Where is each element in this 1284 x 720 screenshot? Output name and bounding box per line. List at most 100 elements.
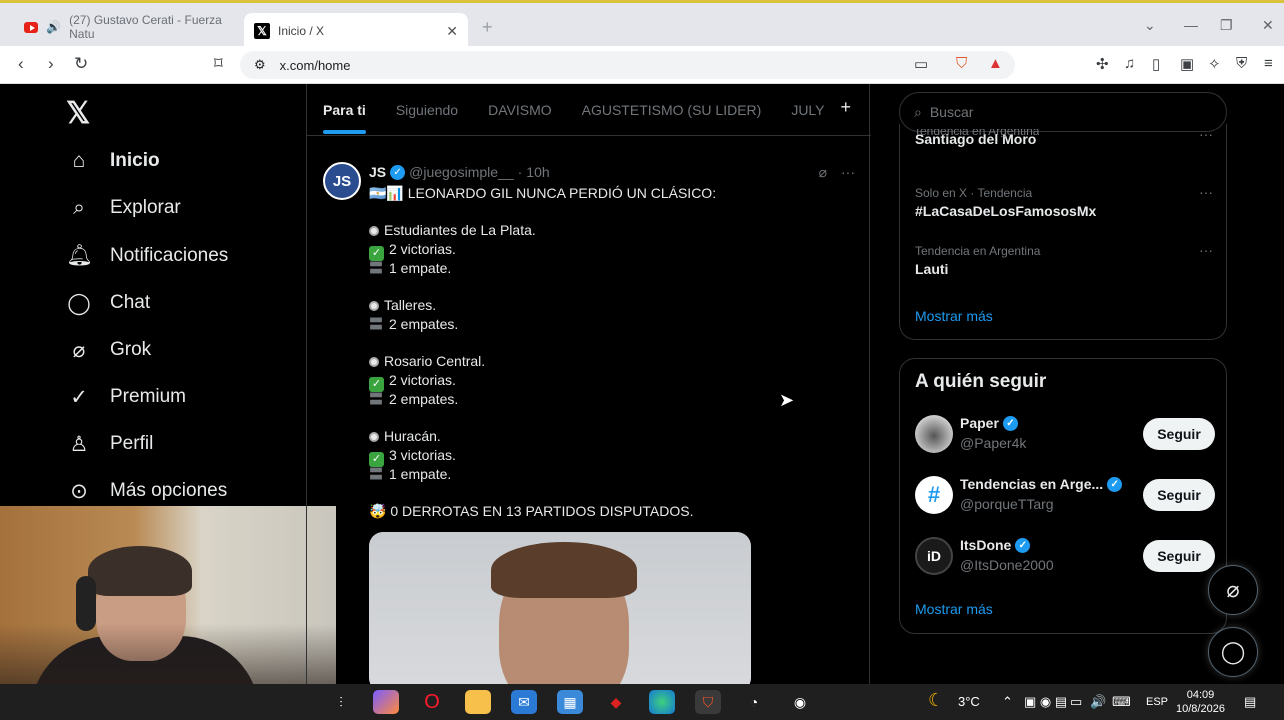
follow-button[interactable]: Seguir	[1143, 479, 1215, 511]
app-red-icon[interactable]: ◆	[603, 690, 629, 714]
bookmark-icon[interactable]: ⌑	[214, 54, 223, 74]
brave-taskbar-icon[interactable]: ⛉	[695, 690, 721, 714]
mouse-cursor-icon: ➤	[779, 390, 795, 410]
add-tab-icon[interactable]: +	[840, 97, 851, 118]
trend-item[interactable]: Tendencia en Argentina Lauti ···	[915, 242, 1215, 277]
speedtest-icon[interactable]: ◔	[741, 690, 767, 714]
weather-moon-icon[interactable]: ☾	[928, 690, 944, 711]
nav-label: Grok	[110, 339, 152, 360]
tweet-text: 🇦🇷📊 LEONARDO GIL NUNCA PERDIÓ UN CLÁSICO…	[369, 184, 716, 521]
tab-para-ti[interactable]: Para ti	[323, 102, 366, 134]
tab-agustetismo[interactable]: AGUSTETISMO (SU LIDER)	[582, 102, 762, 118]
follow-button[interactable]: Seguir	[1143, 540, 1215, 572]
follow-suggestion[interactable]: Paper ✓ @Paper4k Seguir	[915, 415, 1215, 455]
more-options-icon[interactable]: ···	[841, 164, 855, 181]
nav-explore[interactable]: ⌕ Explorar	[66, 190, 181, 226]
itsdone-avatar-icon[interactable]: iD	[915, 537, 953, 575]
obs-icon[interactable]: ◉	[787, 690, 813, 714]
nav-grok[interactable]: ⌀ Grok	[66, 332, 152, 368]
volume-icon[interactable]: 🔊	[1090, 694, 1106, 710]
temperature[interactable]: 3°C	[958, 694, 980, 709]
reload-button[interactable]: ↻	[74, 54, 88, 74]
avatar[interactable]: JS	[323, 162, 361, 200]
language-indicator[interactable]: ESP	[1146, 696, 1168, 708]
outlook-icon[interactable]: ✉	[511, 690, 537, 714]
nav-premium[interactable]: ✓ Premium	[66, 379, 186, 415]
store-icon[interactable]: ▦	[557, 690, 583, 714]
tab-youtube[interactable]: 🔊 (27) Gustavo Cerati - Fuerza Natu	[14, 11, 240, 43]
bullet-icon	[369, 432, 379, 442]
trend-item[interactable]: Solo en X · Tendencia #LaCasaDeLosFamoso…	[915, 184, 1215, 219]
tab-davismo[interactable]: DAVISMO	[488, 102, 552, 118]
task-view-icon[interactable]: ⫶	[328, 690, 354, 714]
tab-july[interactable]: JULY	[791, 102, 824, 118]
trend-more-icon[interactable]: ···	[1199, 184, 1213, 200]
hashtag-avatar-icon[interactable]: #	[915, 476, 953, 514]
copilot-icon[interactable]	[373, 690, 399, 714]
edge-icon[interactable]	[649, 690, 675, 714]
brave-rewards-icon[interactable]: ▲	[988, 55, 1003, 72]
extensions-icon[interactable]: ✣	[1096, 55, 1109, 73]
search-icon: ⌕	[73, 196, 85, 219]
stat-line: 〓 1 empate.	[369, 465, 716, 484]
brave-shield-icon[interactable]: ⛉	[956, 55, 967, 72]
trend-more-icon[interactable]: ···	[1199, 242, 1213, 258]
back-button[interactable]: ‹	[18, 54, 24, 74]
nav-notifications[interactable]: 🔔︎ Notificaciones	[66, 238, 228, 274]
trend-topic: Lauti	[915, 261, 949, 277]
follow-suggestion[interactable]: # Tendencias en Arge... ✓ @porqueTTarg Se…	[915, 476, 1215, 516]
speaker-icon[interactable]: 🔊	[46, 20, 61, 34]
minimize-button[interactable]: —	[1184, 17, 1198, 33]
avatar[interactable]	[915, 415, 953, 453]
close-tab-icon[interactable]: ✕	[446, 23, 458, 40]
nav-label: Premium	[110, 386, 187, 407]
search-input[interactable]: ⌕ Buscar	[899, 92, 1227, 132]
author-name[interactable]: JS	[369, 164, 386, 180]
stat-line: 〓 1 empate.	[369, 259, 716, 278]
x-logo-icon[interactable]: 𝕏	[66, 96, 90, 131]
forward-button[interactable]: ›	[48, 54, 54, 74]
grok-fab-icon[interactable]: ⌀	[1208, 565, 1258, 615]
nav-chat[interactable]: ◯ Chat	[66, 285, 150, 321]
nav-more-options[interactable]: ⊙ Más opciones	[66, 473, 227, 509]
chat-fab-icon[interactable]: ◯	[1208, 627, 1258, 677]
shocked-emoji-icon: 🤯	[369, 503, 391, 519]
cast-icon[interactable]: ▭	[914, 55, 928, 73]
team-line: Talleres.	[369, 296, 716, 315]
url-field[interactable]: ⚙ x.com/home	[240, 51, 1015, 79]
leo-ai-icon[interactable]: ✧	[1208, 55, 1221, 73]
webcam-person-hair	[88, 546, 192, 596]
new-tab-button[interactable]: +	[482, 17, 493, 38]
url-text: x.com/home	[279, 57, 351, 73]
wallet-icon[interactable]: ▣	[1180, 55, 1194, 73]
show-hidden-icons-icon[interactable]: ⌃	[1002, 694, 1013, 710]
keyboard-icon[interactable]: ⌨	[1112, 694, 1131, 710]
trends-show-more-link[interactable]: Mostrar más	[915, 308, 993, 324]
follow-show-more-link[interactable]: Mostrar más	[915, 601, 993, 617]
media-icon[interactable]: ♫	[1124, 55, 1135, 72]
opera-icon[interactable]: O	[419, 690, 445, 714]
vpn-icon[interactable]: ⛨	[1236, 55, 1247, 72]
tab-search-icon[interactable]: ⌄	[1144, 17, 1156, 34]
notifications-icon[interactable]: ▤	[1244, 694, 1256, 710]
grok-explain-icon[interactable]: ⌀	[819, 164, 827, 181]
sidebar-icon[interactable]: ▯	[1152, 55, 1160, 73]
tweet-image[interactable]	[369, 532, 751, 684]
follow-button[interactable]: Seguir	[1143, 418, 1215, 450]
restore-button[interactable]: ❐	[1220, 17, 1233, 34]
follow-suggestion[interactable]: iD ItsDone ✓ @ItsDone2000 Seguir	[915, 537, 1215, 577]
tab-siguiendo[interactable]: Siguiendo	[396, 102, 458, 118]
tweet-time[interactable]: 10h	[526, 164, 549, 180]
taskbar-clock[interactable]: 04:09 10/8/2026	[1176, 688, 1225, 716]
site-info-icon[interactable]: ⚙	[254, 57, 266, 73]
tray-apps-icon[interactable]: ▣ ◉ ▤	[1024, 694, 1067, 710]
nav-profile[interactable]: ♙ Perfil	[66, 426, 154, 462]
network-icon[interactable]: ▭	[1070, 694, 1082, 710]
close-window-button[interactable]: ✕	[1262, 17, 1274, 34]
tab-x-home[interactable]: 𝕏 Inicio / X ✕	[244, 13, 468, 49]
account-name: Tendencias en Arge...	[960, 476, 1104, 492]
menu-icon[interactable]: ≡	[1264, 55, 1273, 72]
author-handle[interactable]: @juegosimple__	[409, 164, 514, 180]
nav-home[interactable]: ⌂ Inicio	[66, 143, 160, 179]
file-explorer-icon[interactable]	[465, 690, 491, 714]
